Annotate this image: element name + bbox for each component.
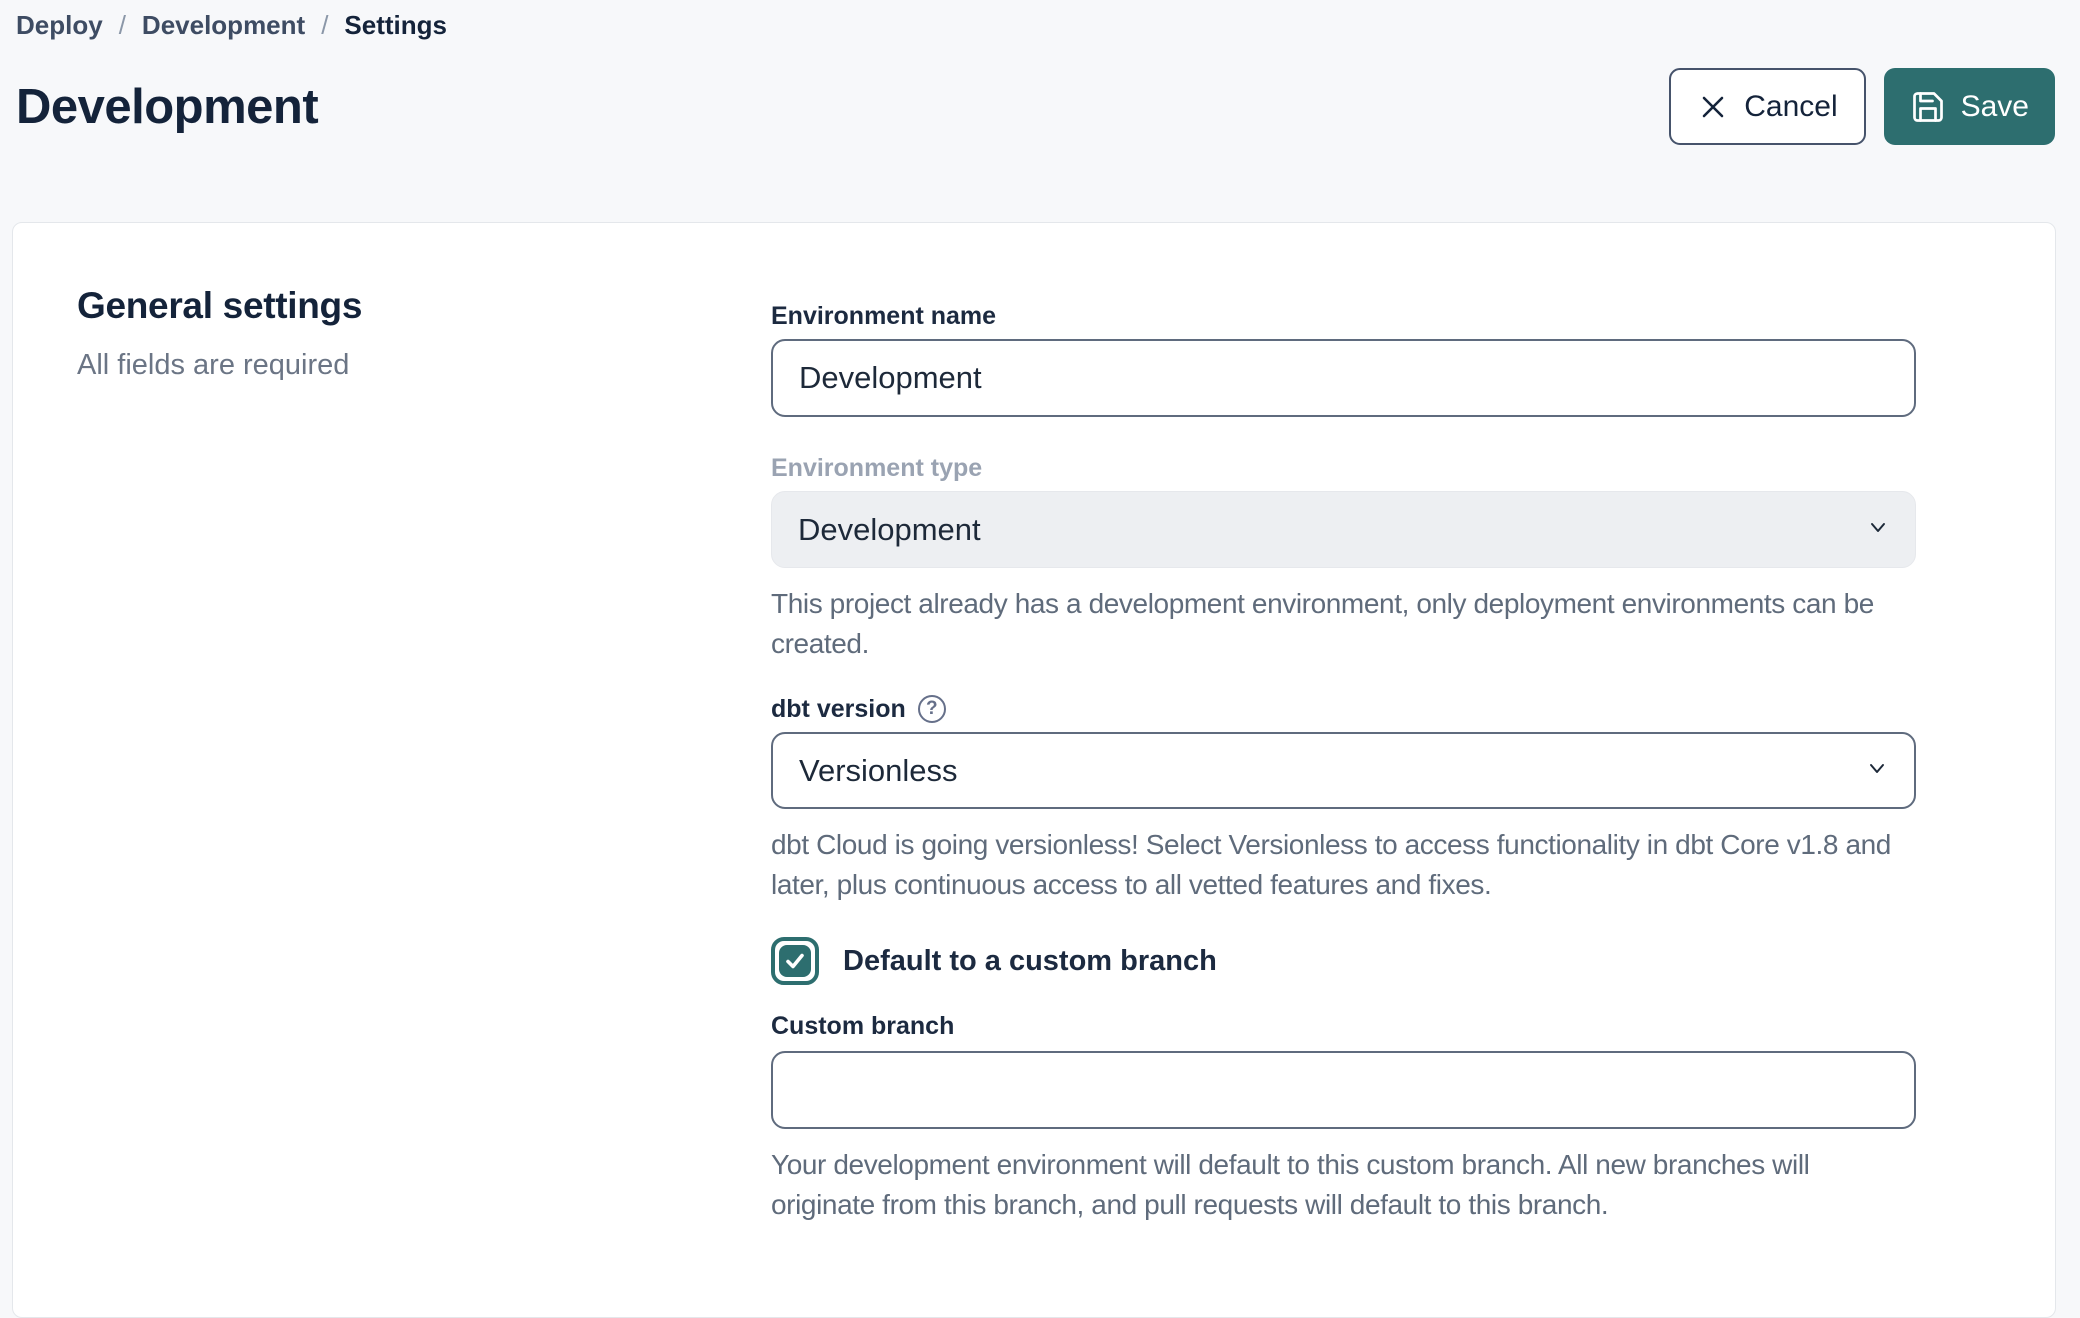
custom-branch-label: Custom branch: [771, 1011, 1916, 1041]
environment-type-label: Environment type: [771, 453, 1916, 483]
general-settings-card: General settings All fields are required…: [12, 222, 2056, 1318]
cancel-button-label: Cancel: [1744, 90, 1837, 124]
header-actions: Cancel Save: [1669, 68, 2055, 145]
custom-branch-input[interactable]: [771, 1051, 1916, 1129]
environment-type-value: Development: [798, 512, 981, 548]
breadcrumb-settings: Settings: [344, 10, 447, 41]
chevron-down-icon: [1865, 512, 1891, 548]
checkmark-icon: [779, 945, 811, 977]
dbt-version-field: dbt version ? Versionless dbt Cloud is g…: [771, 694, 1916, 905]
chevron-down-icon: [1864, 753, 1890, 789]
breadcrumb-separator: /: [119, 10, 126, 41]
save-icon: [1910, 89, 1946, 125]
dbt-version-label-row: dbt version ?: [771, 694, 1916, 724]
dbt-version-helper: dbt Cloud is going versionless! Select V…: [771, 825, 1916, 905]
save-button[interactable]: Save: [1884, 68, 2055, 145]
section-head: General settings All fields are required: [77, 285, 697, 382]
breadcrumb-separator: /: [321, 10, 328, 41]
dbt-version-label: dbt version: [771, 694, 906, 724]
environment-name-input[interactable]: [771, 339, 1916, 417]
save-button-label: Save: [1961, 90, 2029, 124]
settings-form: Environment name Environment type Develo…: [771, 289, 1916, 1225]
cancel-button[interactable]: Cancel: [1669, 68, 1865, 145]
page-title: Development: [16, 79, 318, 135]
custom-branch-toggle-label[interactable]: Default to a custom branch: [843, 945, 1217, 978]
dbt-version-value: Versionless: [799, 753, 958, 789]
breadcrumb: Deploy / Development / Settings: [16, 10, 447, 41]
section-title: General settings: [77, 285, 697, 327]
environment-name-field: Environment name: [771, 301, 1916, 417]
custom-branch-checkbox[interactable]: [771, 937, 819, 985]
environment-type-select: Development: [771, 491, 1916, 568]
breadcrumb-deploy[interactable]: Deploy: [16, 10, 103, 41]
breadcrumb-development[interactable]: Development: [142, 10, 305, 41]
environment-type-helper: This project already has a development e…: [771, 584, 1916, 664]
section-subtitle: All fields are required: [77, 349, 697, 382]
environment-type-field: Environment type Development This projec…: [771, 453, 1916, 664]
custom-branch-toggle-row: Default to a custom branch: [771, 937, 1916, 985]
custom-branch-helper: Your development environment will defaul…: [771, 1145, 1916, 1225]
help-icon[interactable]: ?: [918, 695, 946, 723]
close-icon: [1697, 91, 1729, 123]
environment-name-label: Environment name: [771, 301, 1916, 331]
dbt-version-select[interactable]: Versionless: [771, 732, 1916, 809]
custom-branch-field: Custom branch Your development environme…: [771, 1011, 1916, 1225]
page-header: Development Cancel Save: [16, 68, 2055, 145]
